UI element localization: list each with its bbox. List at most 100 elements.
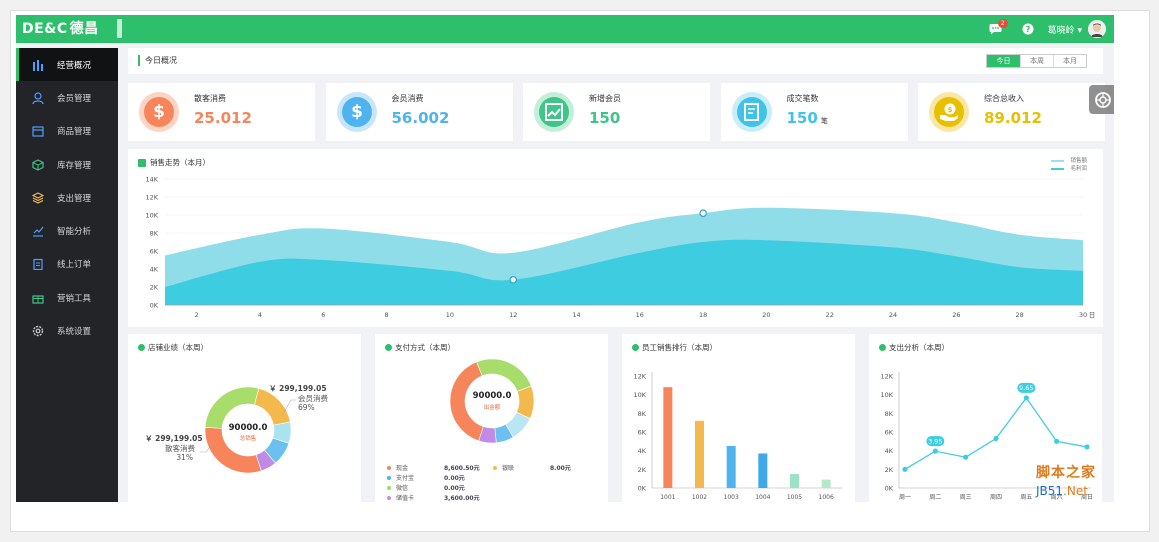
- watermark-line1: 脚本之家: [1036, 465, 1096, 481]
- payment-legend-item: 储值卡 3,600.00元: [387, 493, 480, 502]
- gear-icon: [32, 325, 44, 337]
- x-tick-label: 周四: [990, 494, 1002, 501]
- store-donut-center: 90000.0 总销售: [226, 423, 270, 442]
- svg-text:$: $: [948, 106, 953, 114]
- stat-icon-ring: $: [929, 92, 969, 132]
- bar[interactable]: [758, 453, 768, 488]
- sidebar-item-3[interactable]: 库存管理: [16, 148, 118, 181]
- bar[interactable]: [821, 479, 831, 488]
- y-tick-label: 8K: [638, 410, 647, 418]
- sidebar-item-1[interactable]: 会员管理: [16, 81, 118, 114]
- sidebar-item-label: 智能分析: [57, 227, 92, 238]
- sidebar-item-label: 支出管理: [57, 193, 92, 204]
- store-center-value: 90000.0: [228, 423, 268, 433]
- stat-icon-ring: [731, 92, 772, 132]
- x-tick-label: 28: [1016, 311, 1024, 319]
- store-center-label: 总销售: [239, 436, 257, 442]
- sidebar-item-8[interactable]: 系统设置: [16, 314, 118, 347]
- message-badge: 2: [997, 19, 1008, 28]
- bar[interactable]: [790, 474, 799, 488]
- legend-dot: [493, 465, 497, 470]
- y-tick-label: 2K: [885, 466, 894, 474]
- help-button[interactable]: ?: [1022, 23, 1034, 35]
- watermark: 脚本之家 JB51.Net: [1036, 462, 1096, 498]
- sidebar: 经营概况会员管理商品管理库存管理支出管理智能分析线上订单 营销工具系统设置: [16, 48, 118, 502]
- stat-card-0[interactable]: $ 散客消费 25.012: [128, 83, 315, 141]
- data-point[interactable]: [932, 448, 938, 454]
- sidebar-item-6[interactable]: 线上订单: [16, 248, 118, 281]
- sidebar-item-5[interactable]: 智能分析: [16, 214, 118, 247]
- data-point[interactable]: [993, 435, 999, 442]
- tab-0[interactable]: 今日: [987, 55, 1020, 67]
- x-tick-label: 周二: [929, 494, 941, 501]
- data-point[interactable]: [902, 466, 908, 472]
- svg-text:$: $: [351, 102, 363, 122]
- stat-value-wrap: 56.002: [392, 109, 453, 127]
- tab-2[interactable]: 本月: [1053, 55, 1086, 67]
- data-point-marker[interactable]: [699, 209, 707, 217]
- stat-card-3[interactable]: 成交笔数 150 笔: [720, 83, 908, 141]
- clipboard-icon: [32, 258, 44, 271]
- stat-card-1[interactable]: $ 会员消费 56.002: [325, 83, 513, 141]
- payment-slice[interactable]: [476, 358, 532, 392]
- y-tick-label: 4K: [150, 266, 159, 274]
- stat-card-2[interactable]: 新增会员 150: [523, 83, 710, 141]
- stat-value: 150: [786, 109, 818, 127]
- bar[interactable]: [663, 387, 673, 488]
- y-tick-label: 0K: [638, 485, 647, 493]
- payment-legend-item: 支付宝 0.00元: [387, 473, 465, 482]
- y-tick-label: 0K: [150, 302, 159, 310]
- sidebar-item-label: 经营概况: [57, 60, 92, 71]
- y-tick-label: 2K: [150, 284, 159, 292]
- legend-dot: [387, 495, 391, 500]
- store-right-label: ￥ 299,199.05 会员消费 69%: [269, 384, 328, 413]
- sales-trend-card: 销售走势（本月） 销售额 毛利润 0K 2K 4K 6K 8K 10K 12K 14K 2 4 6 8…: [128, 149, 1103, 327]
- cube-icon: [32, 158, 44, 171]
- sidebar-item-4[interactable]: 支出管理: [16, 181, 118, 214]
- x-tick-label: 1001: [660, 494, 675, 501]
- x-tick-label: 30: [1079, 311, 1087, 319]
- payment-name: 现金: [396, 465, 409, 472]
- stat-card-4[interactable]: $ 综合总收入 89.012: [918, 83, 1105, 141]
- top-bar: DE&C 德昌 2 ? 葛晓岭 ▾: [16, 15, 1114, 43]
- sidebar-item-2[interactable]: 商品管理: [16, 115, 118, 148]
- trend-chart-icon: [32, 225, 44, 237]
- legend-dot: [387, 485, 391, 490]
- x-tick-label: 周三: [960, 494, 972, 501]
- sidebar-item-7[interactable]: 营销工具: [16, 281, 118, 314]
- logo[interactable]: DE&C 德昌: [22, 20, 99, 38]
- sidebar-item-label: 商品管理: [57, 127, 92, 138]
- float-widget[interactable]: [1089, 85, 1114, 114]
- message-button[interactable]: 2: [989, 19, 1008, 35]
- sidebar-item-label: 系统设置: [57, 327, 92, 338]
- bar[interactable]: [695, 420, 704, 488]
- payment-value: 8.00元: [550, 465, 571, 472]
- y-tick-label: 10K: [145, 212, 158, 220]
- y-tick-label: 10K: [880, 391, 893, 399]
- y-tick-label: 2K: [638, 466, 647, 474]
- stat-label: 新增会员: [589, 94, 621, 103]
- sidebar-item-0[interactable]: 经营概况: [16, 48, 118, 82]
- bar[interactable]: [726, 446, 736, 488]
- store-performance-card: 店铺业绩（本周） ￥ 299,199.05 会员消费 69% ￥ 299,199…: [128, 334, 361, 502]
- data-point[interactable]: [963, 454, 969, 460]
- store-left-name: 散客消费: [165, 443, 195, 453]
- x-tick-label: 12: [509, 311, 517, 319]
- avatar[interactable]: [1088, 20, 1106, 38]
- data-point-marker[interactable]: [509, 276, 518, 284]
- stat-icon-ring: [534, 92, 574, 132]
- today-title: 今日概况: [138, 55, 177, 66]
- user-menu[interactable]: 葛晓岭 ▾: [1048, 23, 1082, 36]
- stat-icon-ring: $: [336, 92, 377, 132]
- data-point[interactable]: [1054, 438, 1060, 444]
- tab-1[interactable]: 本周: [1020, 55, 1053, 67]
- y-tick-label: 4K: [885, 447, 894, 455]
- stat-value: 56.002: [391, 109, 450, 127]
- help-icon: ?: [1022, 23, 1034, 35]
- stat-icon-ring: $: [139, 92, 179, 132]
- y-tick-label: 8K: [885, 410, 894, 418]
- data-label: 9.65: [1019, 384, 1033, 392]
- x-tick-label: 24: [889, 311, 897, 319]
- data-point[interactable]: [1023, 395, 1029, 401]
- data-point[interactable]: [1084, 444, 1090, 450]
